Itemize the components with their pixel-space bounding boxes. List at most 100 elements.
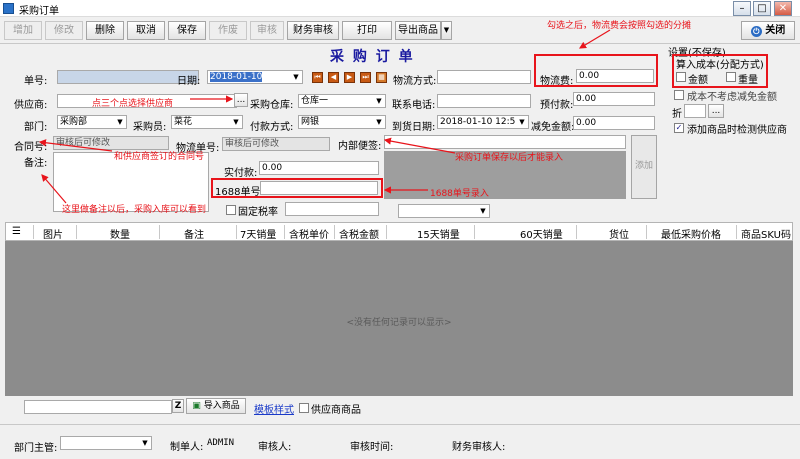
excel-icon: ▣ [192,401,201,411]
add-memo-button[interactable]: 添加 [631,135,657,199]
template-link[interactable]: 模板样式 [254,401,294,416]
dept-head-label: 部门主管: [14,443,58,454]
no1688-field[interactable] [260,181,378,195]
finance-auditor-label: 财务审核人: [452,442,506,453]
memo-field[interactable] [384,135,626,149]
no1688-label: 1688单号: [215,187,264,198]
column-header[interactable]: 图片 [43,226,63,241]
actual-pay-field[interactable]: 0.00 [259,161,379,175]
finance-audit-button[interactable]: 财务审核 [287,21,339,40]
tax-rate-select[interactable]: ▼ [398,204,490,218]
creator-value: ADMIN [207,438,235,448]
exclude-discount-checkbox[interactable] [674,90,684,100]
remark-annotation: 这里做备注以后，采购入库可以看到 [62,205,207,215]
logistics-method-field[interactable] [437,70,531,84]
buyer-select[interactable]: 菜花 ▼ [171,115,243,129]
close-button[interactable]: ⏻ 关闭 [741,21,795,40]
prepay-field[interactable]: 0.00 [573,92,655,106]
warehouse-label: 采购仓库: [250,100,294,111]
export-goods-button[interactable]: 导出商品 [395,21,441,40]
by-amount-checkbox[interactable] [676,72,686,82]
cancel-button[interactable]: 取消 [127,21,165,40]
chevron-down-icon: ▼ [293,73,299,81]
chevron-down-icon: ▼ [233,118,239,126]
void-button[interactable]: 作废 [209,21,247,40]
dept-value: 采购部 [60,117,88,127]
grid-body[interactable]: <没有任何记录可以显示> [5,241,793,396]
contract-label: 合同号: [14,142,48,153]
payment-select[interactable]: 网银 ▼ [298,115,386,129]
maximize-button[interactable]: □ [753,1,771,16]
column-header[interactable]: 货位 [609,226,629,241]
phone-label: 联系电话: [392,100,436,111]
last-record-icon[interactable]: ⏭ [360,72,371,83]
warehouse-value: 仓库一 [301,96,329,106]
fixed-tax-checkbox[interactable] [226,205,236,215]
column-header[interactable]: 7天销量 [240,226,276,241]
check-supplier-checkbox[interactable]: ✓ [674,123,684,133]
payment-value: 网银 [301,117,320,127]
grid-menu-icon[interactable]: ☰ [12,226,21,237]
window-close-button[interactable]: ✕ [774,1,792,16]
discount-rate-field[interactable] [684,104,706,118]
supplier-picker-button[interactable]: ... [234,93,248,107]
grid-view-icon[interactable]: ▦ [376,72,387,83]
import-goods-button[interactable]: ▣ 导入商品 [186,398,246,414]
by-amount-label: 金额 [688,75,708,86]
arrival-date-value: 2018-01-10 12:5 [440,117,516,127]
save-button[interactable]: 保存 [168,21,206,40]
freight-field[interactable]: 0.00 [576,69,654,83]
dept-select[interactable]: 采购部 ▼ [57,115,127,129]
prev-record-icon[interactable]: ◀ [328,72,339,83]
chevron-down-icon: ▼ [142,439,148,447]
contract-annotation: 和供应商签订的合同号 [114,152,205,162]
power-icon: ⏻ [750,26,762,37]
export-dropdown-icon[interactable]: ▼ [441,21,452,40]
print-button[interactable]: 打印 [342,21,392,40]
supplier-goods-checkbox[interactable] [299,403,309,413]
freight-label: 物流费: [540,76,574,87]
arrival-date-picker[interactable]: 2018-01-10 12:5 ▼ [437,115,529,129]
dept-head-select[interactable]: ▼ [60,436,152,450]
goods-search-input[interactable] [24,400,172,414]
contract-field[interactable]: 审核后可修改 [53,136,169,150]
creator-label: 制单人: [170,442,204,453]
first-record-icon[interactable]: ⏮ [312,72,323,83]
next-record-icon[interactable]: ▶ [344,72,355,83]
column-header[interactable]: 60天销量 [520,226,563,241]
exclude-discount-label: 成本不考虑减免金额 [687,92,777,103]
column-header[interactable]: 最低采购价格 [661,226,721,241]
column-header[interactable]: 含税金额 [339,226,379,241]
phone-field[interactable] [437,94,531,108]
delete-button[interactable]: 删除 [86,21,124,40]
add-button[interactable]: 增加 [4,21,42,40]
by-weight-label: 重量 [738,75,758,86]
tracking-field[interactable]: 审核后可修改 [222,137,330,151]
dept-label: 部门: [24,122,48,133]
supplier-annotation: 点三个点选择供应商 [92,99,174,109]
discount-rate-picker[interactable]: ... [708,104,724,118]
memo-annotation: 采购订单保存以后才能录入 [455,153,564,163]
chevron-down-icon: ▼ [519,118,525,126]
discount-amount-field[interactable]: 0.00 [573,116,655,130]
chevron-down-icon: ▼ [480,207,486,215]
warehouse-select[interactable]: 仓库一 ▼ [298,94,386,108]
freight-annotation: 勾选之后，物流费会按照勾选的分摊 [547,21,692,31]
by-weight-checkbox[interactable] [726,72,736,82]
column-header[interactable]: 15天销量 [417,226,460,241]
date-picker[interactable]: 2018-01-10 ▼ [207,70,303,84]
column-header[interactable]: 商品SKU码 [741,226,791,241]
audit-button[interactable]: 审核 [250,21,284,40]
discount-amount-label: 减免金额: [531,122,575,133]
chevron-down-icon: ▼ [376,97,382,105]
import-goods-label: 导入商品 [203,401,240,411]
audit-time-label: 审核时间: [350,442,394,453]
column-header[interactable]: 备注 [184,226,204,241]
cost-title: 算入成本(分配方式) [676,60,764,71]
minimize-button[interactable]: – [733,1,751,16]
column-header[interactable]: 数量 [110,226,130,241]
edit-button[interactable]: 修改 [45,21,83,40]
fixed-tax-field[interactable] [285,202,379,216]
column-header[interactable]: 含税单价 [289,226,329,241]
z-button[interactable]: Z [172,399,184,413]
